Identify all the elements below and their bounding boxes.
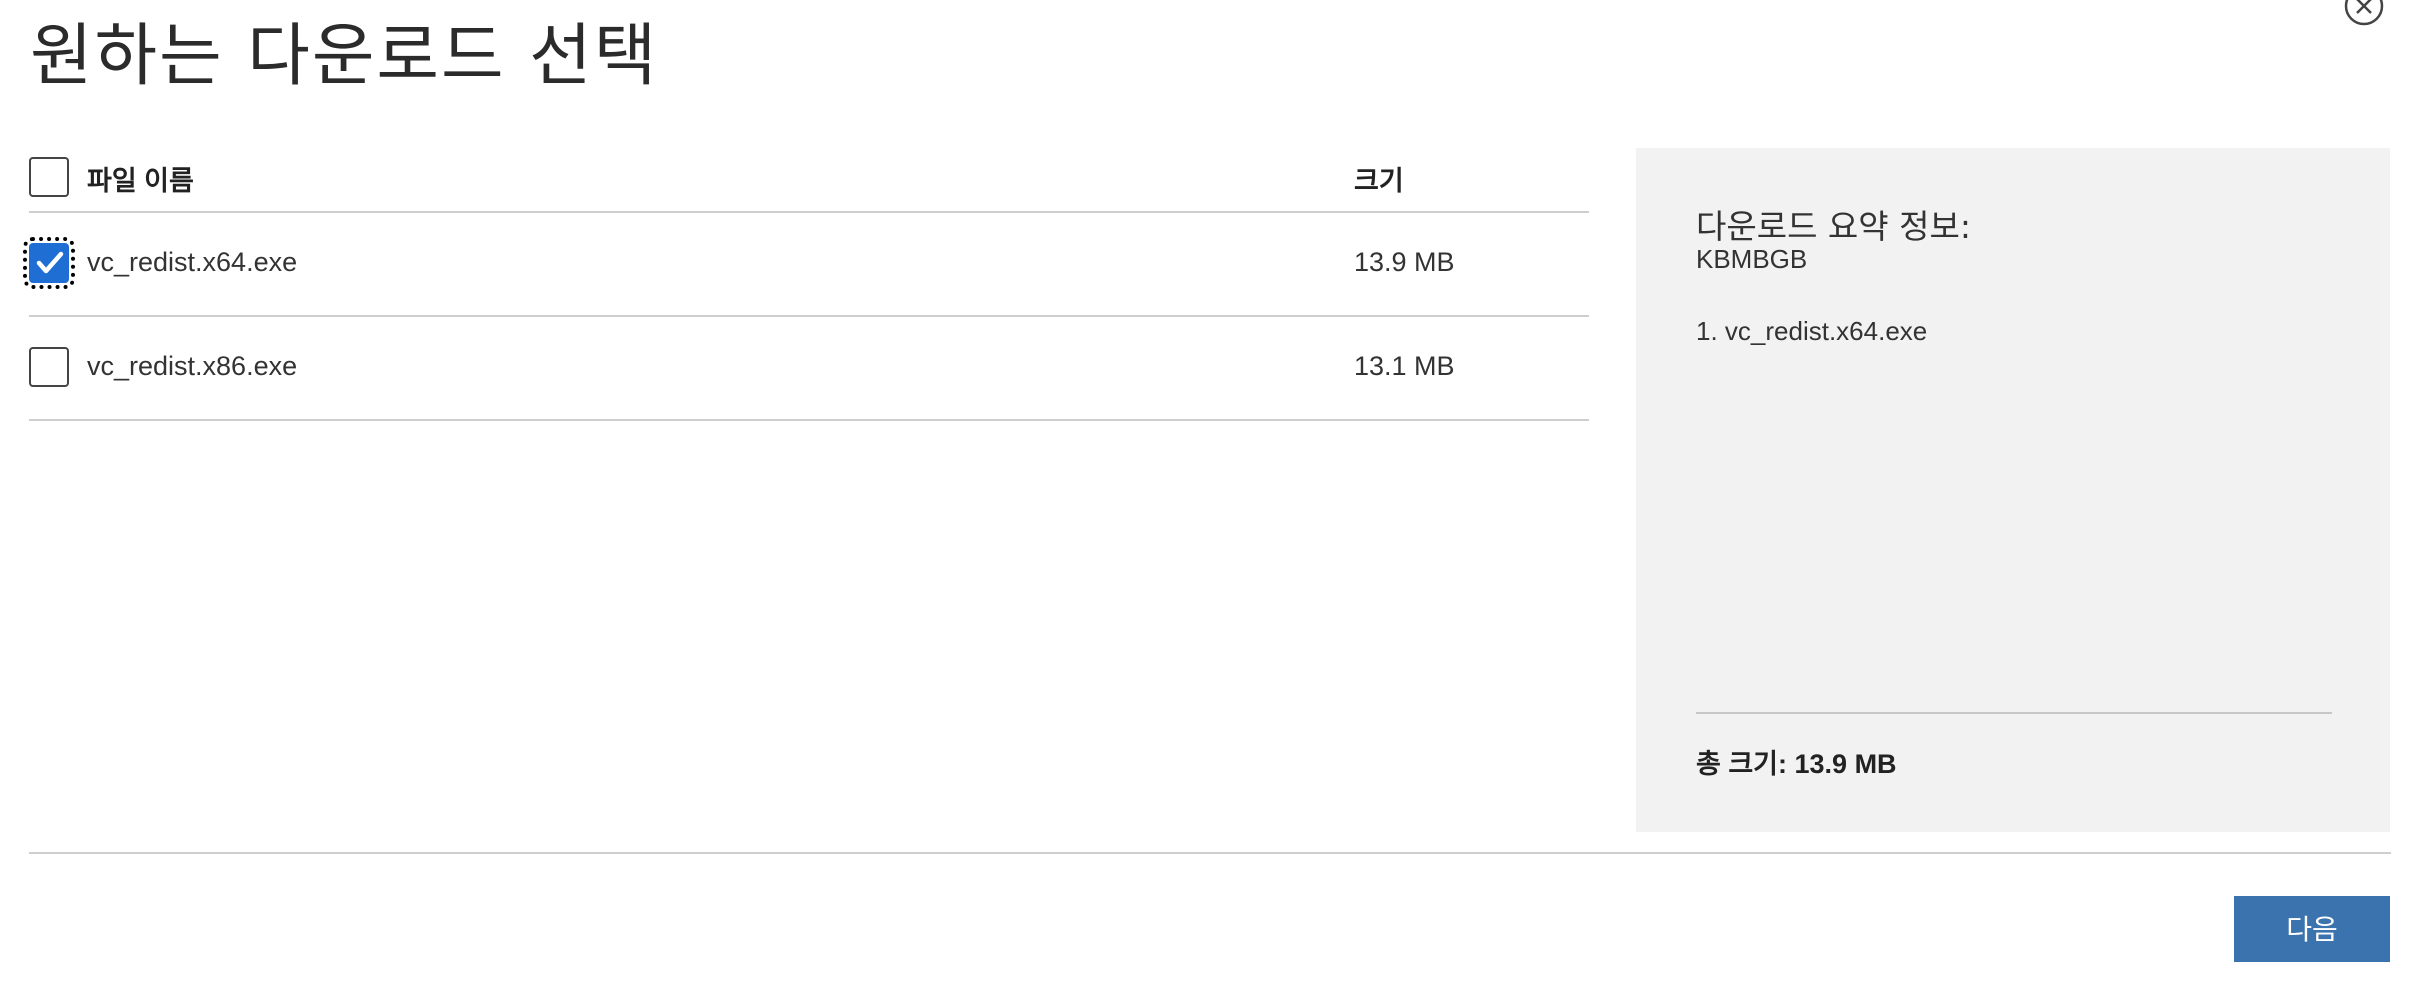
row-checkbox[interactable] [23, 237, 75, 289]
row-checkbox[interactable] [29, 347, 69, 387]
table-row[interactable]: vc_redist.x64.exe 13.9 MB [23, 213, 1589, 317]
summary-item: 1. vc_redist.x64.exe [1696, 316, 1928, 346]
summary-total-size: 총 크기: 13.9 MB [1696, 749, 1897, 779]
summary-kb: KBMBGB [1696, 244, 1808, 274]
file-size: 13.9 MB [1354, 247, 1455, 277]
next-button[interactable]: 다음 [2234, 896, 2390, 962]
summary-title: 다운로드 요약 정보: [1696, 207, 1971, 246]
download-summary-panel: 다운로드 요약 정보: KBMBGB 1. vc_redist.x64.exe … [1636, 148, 2390, 832]
close-button[interactable] [2342, 0, 2386, 28]
checkmark-icon [36, 251, 64, 274]
file-size: 13.1 MB [1354, 351, 1455, 381]
header-file-name: 파일 이름 [87, 166, 194, 196]
select-all-checkbox[interactable] [29, 157, 69, 197]
file-table: 파일 이름 크기 vc_redist.x64.exe 13.9 MB vc_re… [23, 145, 1589, 421]
table-header: 파일 이름 크기 [29, 145, 1589, 213]
header-size: 크기 [1354, 166, 1404, 196]
table-row[interactable]: vc_redist.x86.exe 13.1 MB [29, 317, 1589, 421]
summary-divider [1696, 712, 2332, 714]
file-name: vc_redist.x64.exe [87, 247, 298, 277]
close-circle-icon [2344, 0, 2384, 26]
footer-divider [29, 852, 2391, 854]
file-name: vc_redist.x86.exe [87, 351, 298, 381]
dialog-title: 원하는 다운로드 선택 [30, 17, 659, 96]
